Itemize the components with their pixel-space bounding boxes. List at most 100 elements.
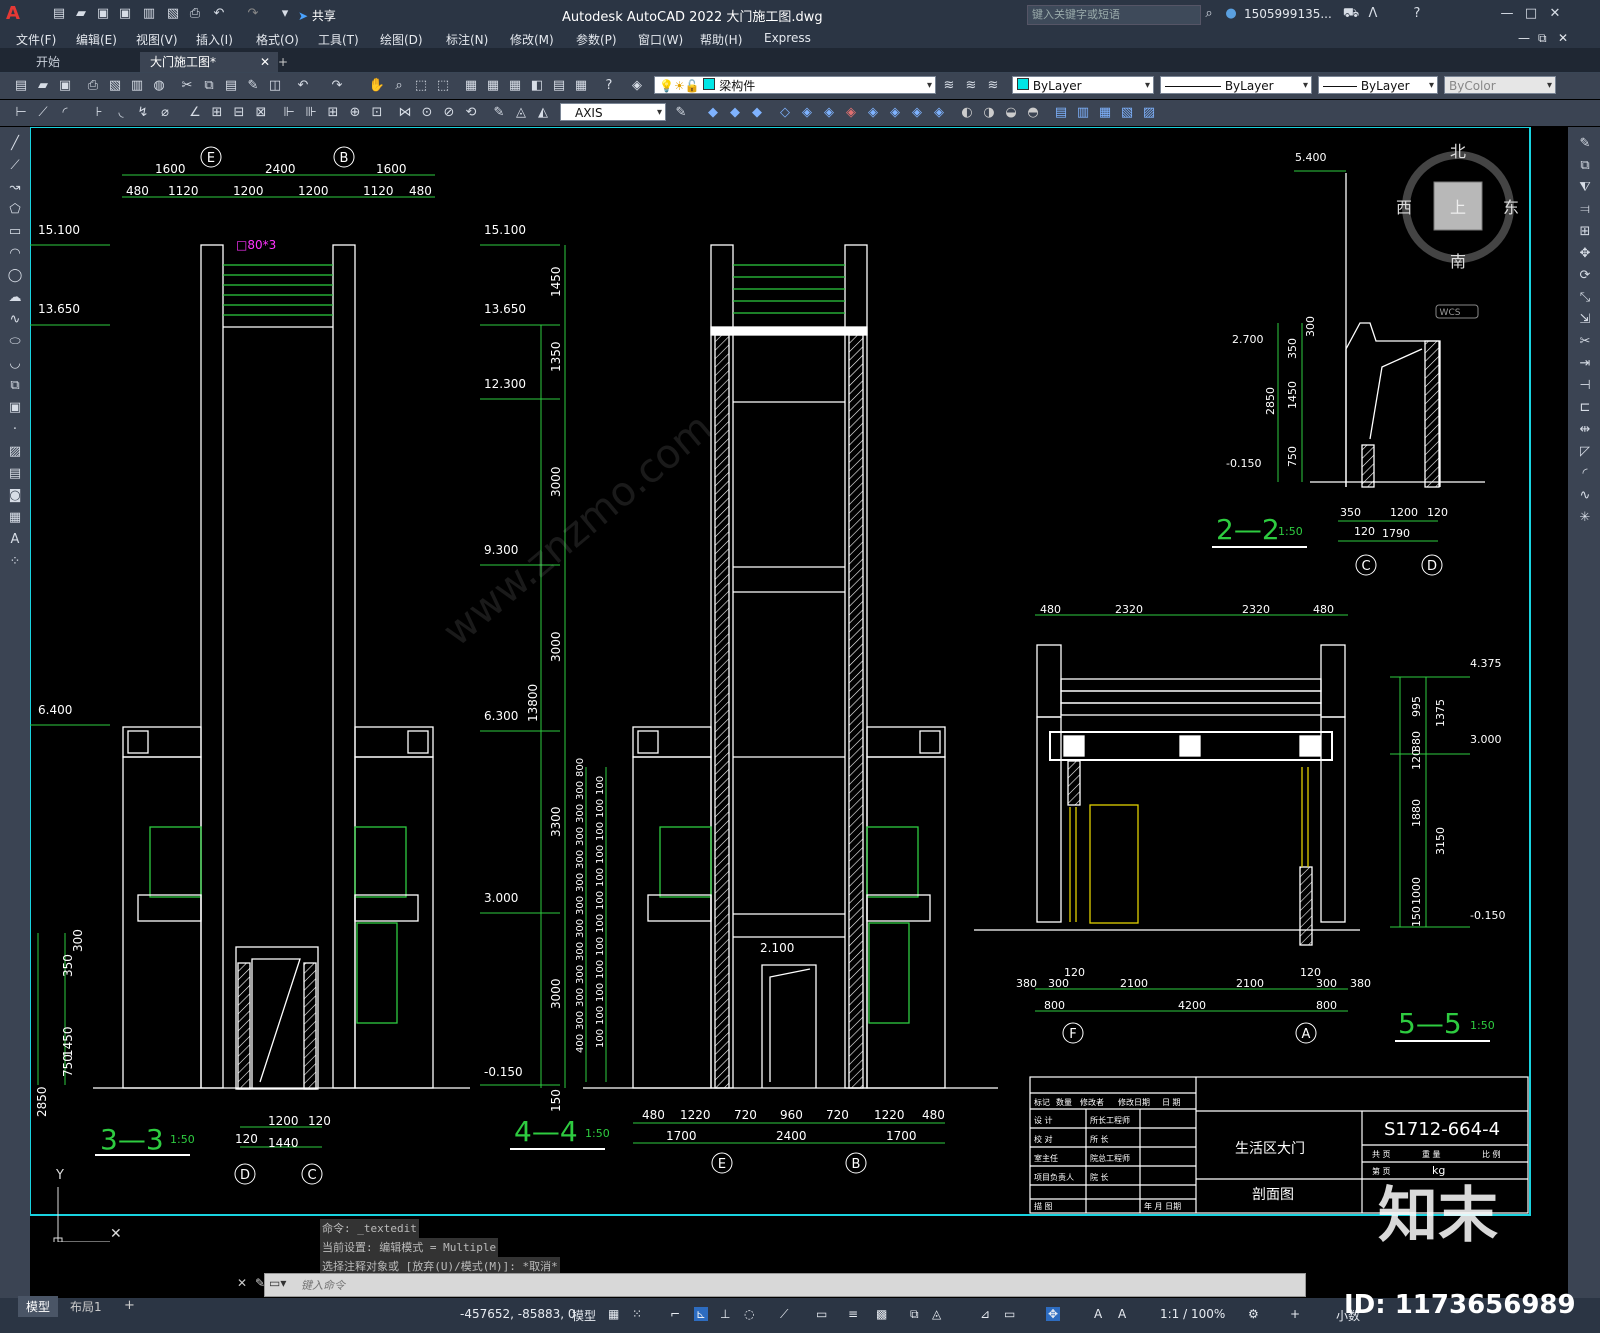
view-icon-4[interactable]: ◇ bbox=[776, 104, 794, 122]
pan-icon[interactable]: ✋ bbox=[368, 77, 386, 95]
inspection-icon[interactable]: ⊡ bbox=[368, 104, 386, 122]
dynucs-icon[interactable]: ⊿ bbox=[980, 1307, 990, 1321]
stretch-icon[interactable]: ⇲ bbox=[1576, 311, 1594, 329]
undo-icon[interactable]: ↶ bbox=[210, 5, 228, 23]
publish-icon[interactable]: ▥ bbox=[128, 77, 146, 95]
view-icon-3[interactable]: ◆ bbox=[748, 104, 766, 122]
line-icon[interactable]: ╱ bbox=[6, 135, 24, 153]
workspace-icon[interactable]: ⚙ bbox=[1248, 1307, 1259, 1321]
autodesk-icon[interactable]: Ʌ bbox=[1364, 5, 1382, 23]
print-icon[interactable]: ⎙ bbox=[186, 5, 204, 23]
dim-angular-icon[interactable]: ∠ bbox=[186, 104, 204, 122]
tab-layout1[interactable]: 布局1 bbox=[70, 1298, 102, 1315]
view-icon-7[interactable]: ◈ bbox=[842, 104, 860, 122]
view-icon-5[interactable]: ◈ bbox=[798, 104, 816, 122]
qnew-icon[interactable]: ▤ bbox=[12, 77, 30, 95]
dim-edit-icon[interactable]: ⊙ bbox=[418, 104, 436, 122]
plotstyle-dropdown[interactable]: ByColor ▾ bbox=[1444, 76, 1556, 94]
save-as-icon[interactable]: ▣ bbox=[116, 5, 134, 23]
break-icon[interactable]: ⊏ bbox=[1576, 399, 1594, 417]
dim-aligned-icon[interactable]: ⟋ bbox=[34, 104, 52, 122]
offset-icon[interactable]: ⫤ bbox=[1576, 201, 1594, 219]
dim-linear-icon[interactable]: ⊢ bbox=[12, 104, 30, 122]
maximize-icon[interactable]: □ bbox=[1522, 5, 1540, 23]
dim-quick-icon[interactable]: ⊞ bbox=[208, 104, 226, 122]
view-icon-8[interactable]: ◈ bbox=[864, 104, 882, 122]
tab-model[interactable]: 模型 bbox=[18, 1296, 59, 1317]
explode-icon[interactable]: ✳ bbox=[1576, 509, 1594, 527]
mirror-icon[interactable]: ⧨ bbox=[1576, 179, 1594, 197]
paste-icon[interactable]: ▤ bbox=[222, 77, 240, 95]
customize-icon[interactable]: ▾ bbox=[276, 5, 294, 23]
publish-icon[interactable]: ▥ bbox=[140, 5, 158, 23]
polygon-icon[interactable]: ⬠ bbox=[6, 201, 24, 219]
array-icon[interactable]: ⊞ bbox=[1576, 223, 1594, 241]
command-input[interactable] bbox=[299, 1275, 1283, 1295]
cart-icon[interactable]: ⛟ bbox=[1342, 5, 1360, 23]
cut-icon[interactable]: ✂ bbox=[178, 77, 196, 95]
view-icon-6[interactable]: ◈ bbox=[820, 104, 838, 122]
menu-express[interactable]: Express bbox=[764, 31, 811, 45]
menu-help[interactable]: 帮助(H) bbox=[700, 31, 742, 48]
dim-update-icon[interactable]: ⟲ bbox=[462, 104, 480, 122]
user-icon[interactable]: ● bbox=[1222, 5, 1240, 23]
dim-break-icon[interactable]: ⊪ bbox=[302, 104, 320, 122]
doc-restore-icon[interactable]: ⧉ bbox=[1538, 31, 1547, 46]
view-icon-1[interactable]: ◆ bbox=[704, 104, 722, 122]
add-layout-button[interactable]: + bbox=[124, 1298, 135, 1313]
dimstyle-dropdown[interactable]: AXIS ▾ bbox=[560, 103, 666, 121]
view-icon-12[interactable]: ◐ bbox=[958, 104, 976, 122]
trim-icon[interactable]: ✂ bbox=[1576, 333, 1594, 351]
close-icon[interactable]: ✕ bbox=[1546, 5, 1564, 23]
dim-style-icon[interactable]: ✎ bbox=[490, 104, 508, 122]
blend-icon[interactable]: ∿ bbox=[1576, 487, 1594, 505]
view-icon-13[interactable]: ◑ bbox=[980, 104, 998, 122]
command-line[interactable]: ✕ ✎ ▭▾ bbox=[237, 1273, 1306, 1297]
preview-icon[interactable]: ▧ bbox=[106, 77, 124, 95]
lineweight-icon[interactable]: ≡ bbox=[848, 1307, 858, 1321]
menu-edit[interactable]: 编辑(E) bbox=[76, 31, 117, 48]
circle-icon[interactable]: ◯ bbox=[6, 267, 24, 285]
ortho-icon[interactable]: ⊾ bbox=[694, 1307, 709, 1321]
region-icon[interactable]: ◙ bbox=[6, 487, 24, 505]
lineweight-dropdown[interactable]: ByLayer ▾ bbox=[1318, 76, 1438, 94]
copy-icon[interactable]: ⧉ bbox=[200, 77, 218, 95]
plot-icon[interactable]: ▧ bbox=[164, 5, 182, 23]
chamfer-icon[interactable]: ◸ bbox=[1576, 443, 1594, 461]
redo-icon[interactable]: ↷ bbox=[244, 5, 262, 23]
search-icon[interactable]: ⌕ bbox=[1200, 5, 1218, 23]
dim-arc-icon[interactable]: ◜ bbox=[56, 104, 74, 122]
zoom-realtime-icon[interactable]: ⌕ bbox=[390, 77, 408, 95]
copy-object-icon[interactable]: ⧉ bbox=[1576, 157, 1594, 175]
view-icon-14[interactable]: ◒ bbox=[1002, 104, 1020, 122]
selection-cycling-icon[interactable]: ⧉ bbox=[910, 1307, 919, 1322]
revcloud-icon[interactable]: ☁ bbox=[6, 289, 24, 307]
tab-start[interactable]: 开始 bbox=[26, 52, 70, 72]
view-icon-11[interactable]: ◈ bbox=[930, 104, 948, 122]
dimstyle-manager-icon[interactable]: ✎ bbox=[672, 104, 690, 122]
open-file-icon[interactable]: ▰ bbox=[72, 5, 90, 23]
view-icon-17[interactable]: ▥ bbox=[1074, 104, 1092, 122]
table-icon[interactable]: ▦ bbox=[6, 509, 24, 527]
viewcube[interactable] bbox=[1402, 151, 1514, 319]
mtext-icon[interactable]: A bbox=[6, 531, 24, 549]
make-current-icon[interactable]: ≋ bbox=[940, 77, 958, 95]
linetype-dropdown[interactable]: ByLayer ▾ bbox=[1160, 76, 1312, 94]
new-file-icon[interactable]: ▤ bbox=[50, 5, 68, 23]
dim-radius-icon[interactable]: ◟ bbox=[112, 104, 130, 122]
dim-baseline-icon[interactable]: ⊟ bbox=[230, 104, 248, 122]
make-block-icon[interactable]: ▣ bbox=[6, 399, 24, 417]
add-selected-icon[interactable]: ⁘ bbox=[6, 553, 24, 571]
annotation-visibility-icon[interactable]: A bbox=[1094, 1307, 1102, 1321]
undo-icon[interactable]: ↶ bbox=[294, 77, 312, 95]
view-icon-19[interactable]: ▧ bbox=[1118, 104, 1136, 122]
doc-minimize-icon[interactable]: — bbox=[1518, 31, 1530, 45]
minimize-icon[interactable]: — bbox=[1498, 5, 1516, 23]
jogged-linear-icon[interactable]: ⋈ bbox=[396, 104, 414, 122]
help-icon[interactable]: ? bbox=[1408, 5, 1426, 23]
osnap-icon[interactable]: ▭ bbox=[816, 1307, 827, 1321]
drawing-canvas[interactable]: 1600 2400 1600 480 1120 1200 1200 1120 4… bbox=[30, 127, 1568, 1242]
wcs-label[interactable]: WCS bbox=[1440, 308, 1461, 318]
break-point-icon[interactable]: ⊣ bbox=[1576, 377, 1594, 395]
search-input[interactable]: 键入关键字或短语 bbox=[1027, 5, 1201, 25]
